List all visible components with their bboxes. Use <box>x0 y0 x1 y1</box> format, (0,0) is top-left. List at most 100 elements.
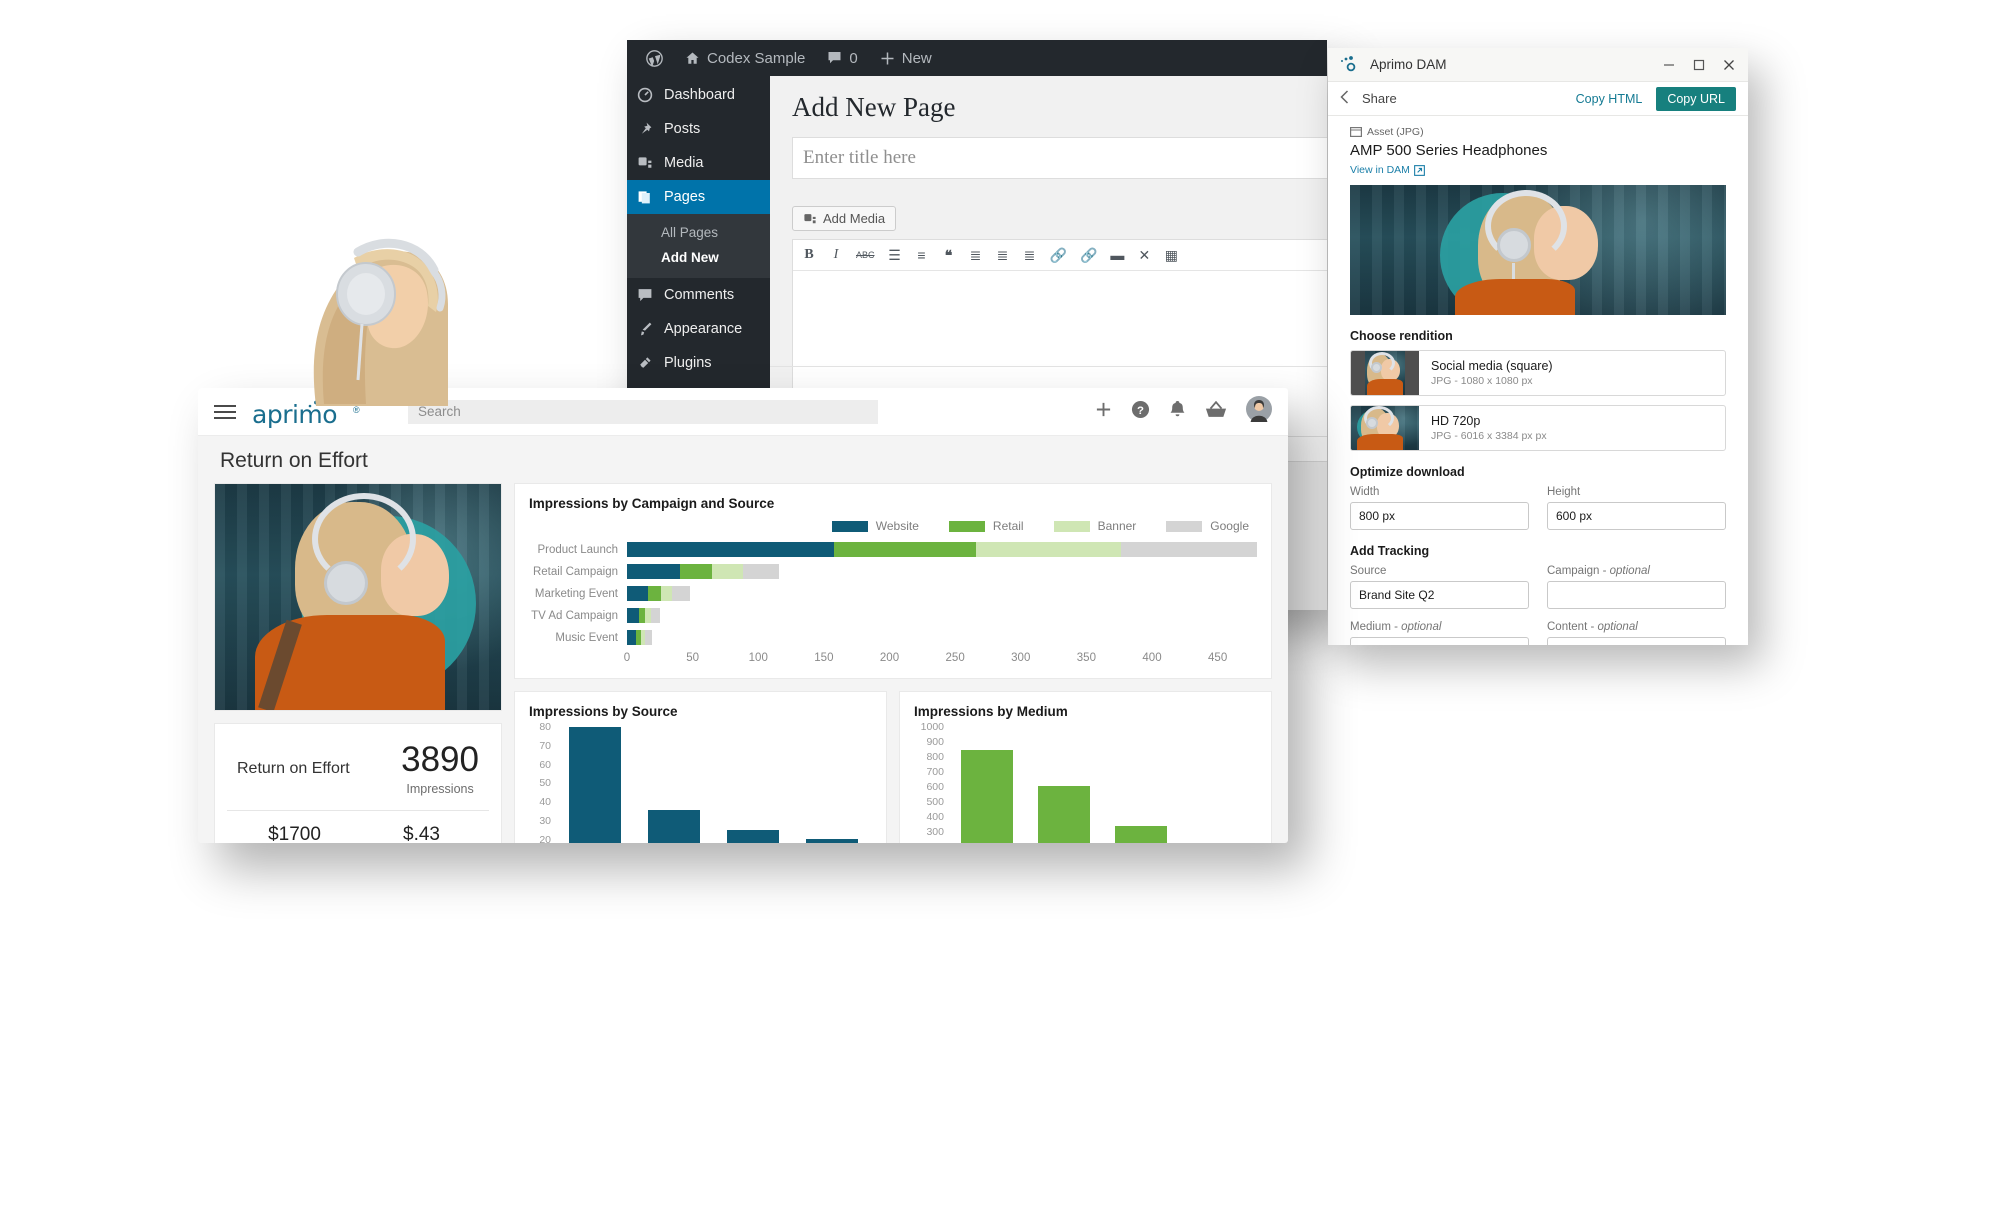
bar-segment[interactable] <box>1120 542 1257 557</box>
y-tick-label: 800 <box>926 751 944 763</box>
search-input[interactable]: Search <box>408 399 878 424</box>
bar-segment[interactable] <box>712 564 743 579</box>
source-input[interactable]: Brand Site Q2 <box>1350 581 1529 609</box>
source-field-group: Source Brand Site Q2 <box>1350 565 1529 609</box>
post-title-input[interactable]: Enter title here <box>792 137 1327 179</box>
content-input[interactable] <box>1547 637 1726 645</box>
bar-segment[interactable] <box>679 564 713 579</box>
headphones-photo-large <box>215 484 501 710</box>
submenu-item-all-pages[interactable]: All Pages <box>627 220 770 245</box>
rendition-option[interactable]: Social media (square) JPG - 1080 x 1080 … <box>1350 350 1726 396</box>
sidebar-item-dashboard[interactable]: Dashboard <box>627 78 770 112</box>
submenu-item-add-new[interactable]: Add New <box>627 245 770 270</box>
wp-submenu: All Pages Add New <box>627 214 770 278</box>
bar-segment[interactable] <box>976 542 1121 557</box>
add-media-button[interactable]: Add Media <box>792 206 897 231</box>
avatar[interactable] <box>1246 396 1272 427</box>
align-left-icon[interactable]: ≣ <box>969 247 983 263</box>
dam-window-title: Aprimo DAM <box>1370 57 1447 72</box>
bar-track <box>627 564 1257 579</box>
wp-new-button[interactable]: New <box>869 40 943 76</box>
bar[interactable] <box>727 830 780 843</box>
height-input[interactable]: 600 px <box>1547 502 1726 530</box>
stacked-bar-row: Marketing Event <box>529 583 1257 604</box>
bar-segment[interactable] <box>648 586 662 601</box>
bar-segment[interactable] <box>627 564 680 579</box>
y-axis: 01020304050607080 <box>529 721 555 843</box>
width-input[interactable]: 800 px <box>1350 502 1529 530</box>
copy-html-button[interactable]: Copy HTML <box>1570 89 1649 109</box>
external-link-icon <box>1414 164 1425 176</box>
chart-title: Impressions by Campaign and Source <box>529 496 775 511</box>
bar-track <box>627 586 1257 601</box>
plus-icon[interactable] <box>1095 401 1112 423</box>
bar-segment[interactable] <box>661 586 672 601</box>
bar[interactable] <box>1037 786 1090 843</box>
bar-segment[interactable] <box>671 586 690 601</box>
sidebar-item-plugins[interactable]: Plugins <box>627 346 770 380</box>
wp-admin-bar: Codex Sample 0 New <box>627 40 1327 76</box>
headphones-photo <box>1350 185 1726 315</box>
bar-segment[interactable] <box>742 564 780 579</box>
y-tick-label: 200 <box>926 841 944 843</box>
insert-link-icon[interactable]: 🔗 <box>1050 247 1067 263</box>
remove-link-icon[interactable]: 🔗 <box>1080 247 1097 263</box>
kpi-row-1: $1700 Cost $.43 Cost per impression <box>231 811 485 843</box>
bar[interactable] <box>960 749 1013 843</box>
chart-legend: Website Retail Banner Google <box>529 519 1257 533</box>
bar-segment[interactable] <box>650 608 660 623</box>
sidebar-item-posts[interactable]: Posts <box>627 112 770 146</box>
bar[interactable] <box>568 727 621 843</box>
medium-input[interactable] <box>1350 637 1529 645</box>
view-in-dam-link[interactable]: View in DAM <box>1350 164 1726 176</box>
y-tick-label: 1000 <box>920 721 944 733</box>
sidebar-item-appearance[interactable]: Appearance <box>627 312 770 346</box>
blockquote-icon[interactable]: ❝ <box>942 247 956 263</box>
bar[interactable] <box>806 838 859 843</box>
bold-icon[interactable]: B <box>802 247 816 263</box>
y-tick-label: 600 <box>926 781 944 793</box>
bulleted-list-icon[interactable]: ☰ <box>888 247 902 263</box>
maximize-icon[interactable] <box>1684 50 1714 80</box>
align-right-icon[interactable]: ≣ <box>1023 247 1037 263</box>
bar-segment[interactable] <box>627 630 637 645</box>
x-tick-label: 150 <box>814 652 834 664</box>
source-label: Source <box>1350 565 1387 577</box>
align-center-icon[interactable]: ≣ <box>996 247 1010 263</box>
notifications-bell-icon[interactable] <box>1169 400 1186 424</box>
wp-site-name[interactable]: Codex Sample <box>674 40 816 76</box>
close-icon[interactable] <box>1714 50 1744 80</box>
sidebar-item-pages[interactable]: Pages <box>627 180 770 214</box>
copy-url-button[interactable]: Copy URL <box>1656 86 1736 111</box>
read-more-icon[interactable]: ▬ <box>1110 247 1124 263</box>
sidebar-item-media[interactable]: Media <box>627 146 770 180</box>
home-icon <box>686 52 699 64</box>
hamburger-menu-icon[interactable] <box>214 404 236 419</box>
toolbar-toggle-icon[interactable]: ▦ <box>1164 247 1178 263</box>
bar[interactable] <box>647 809 700 843</box>
basket-icon[interactable] <box>1205 400 1227 423</box>
bar-segment[interactable] <box>834 542 977 557</box>
help-icon[interactable]: ? <box>1131 400 1150 424</box>
bar-segment[interactable] <box>627 586 648 601</box>
aprimo-dam-window: Aprimo DAM Share Copy HTML Copy URL Asse… <box>1328 48 1748 645</box>
campaign-input[interactable] <box>1547 581 1726 609</box>
distraction-free-icon[interactable]: ✕ <box>1137 247 1151 263</box>
sidebar-item-comments[interactable]: Comments <box>627 278 770 312</box>
numbered-list-icon[interactable]: ≡ <box>915 247 929 263</box>
pin-icon <box>641 122 652 134</box>
bar[interactable] <box>1115 826 1168 843</box>
italic-icon[interactable]: I <box>829 247 843 263</box>
wp-site-name-label: Codex Sample <box>707 49 806 67</box>
kpi-value: $1700 <box>268 824 321 843</box>
strikethrough-icon[interactable]: ABC <box>856 247 875 263</box>
y-axis: 01002003004005006007008009001000 <box>914 721 948 843</box>
bar-segment[interactable] <box>627 542 835 557</box>
rendition-option[interactable]: HD 720p JPG - 6016 x 3384 px px <box>1350 405 1726 451</box>
bar-segment[interactable] <box>627 608 639 623</box>
wordpress-logo-icon[interactable] <box>635 40 674 76</box>
chevron-left-icon[interactable] <box>1340 90 1354 107</box>
minimize-icon[interactable] <box>1654 50 1684 80</box>
width-field-group: Width 800 px <box>1350 486 1529 530</box>
wp-comments-count[interactable]: 0 <box>816 40 868 76</box>
